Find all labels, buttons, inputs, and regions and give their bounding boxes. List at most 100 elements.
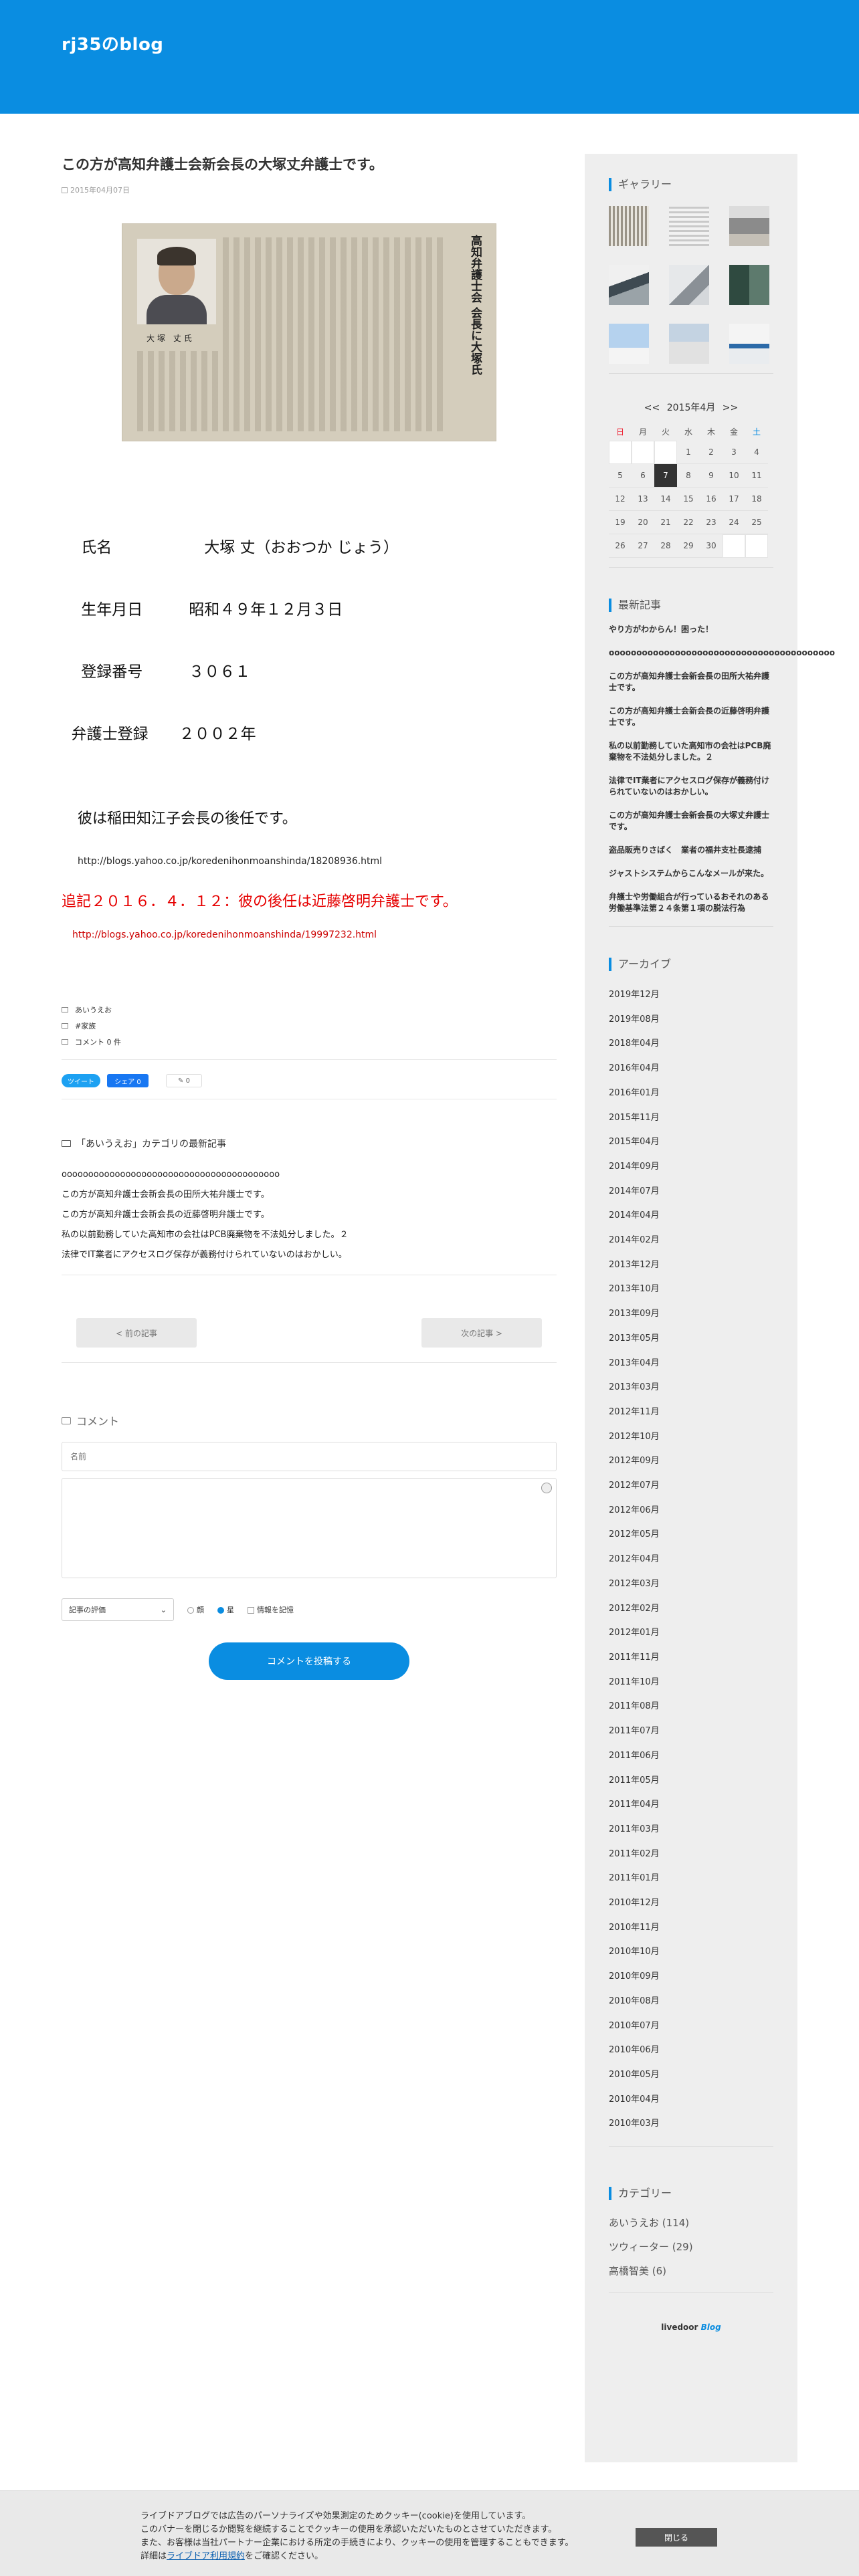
hatena-bookmark-button[interactable]: ✎ 0 [166, 1074, 202, 1087]
archive-item[interactable]: 2014年02月 [609, 1228, 773, 1253]
archive-item[interactable]: 2012年10月 [609, 1425, 773, 1450]
archive-item[interactable]: 2015年04月 [609, 1130, 773, 1155]
archive-item[interactable]: 2010年10月 [609, 1940, 773, 1965]
calendar-day[interactable]: 13 [632, 488, 654, 511]
tweet-button[interactable]: ツイート [62, 1074, 100, 1087]
calendar-day[interactable]: 25 [745, 511, 768, 534]
latest-item[interactable]: この方が高知弁護士会新会長の田所大祐弁護士です。 [62, 1185, 557, 1205]
archive-item[interactable]: 2014年07月 [609, 1180, 773, 1204]
cookie-close-button[interactable]: 閉じる [636, 2528, 717, 2547]
gallery-thumb[interactable] [729, 324, 769, 364]
archive-item[interactable]: 2016年01月 [609, 1081, 773, 1106]
calendar-day[interactable]: 9 [700, 464, 723, 488]
archive-item[interactable]: 2013年05月 [609, 1327, 773, 1352]
calendar-day[interactable]: 22 [677, 511, 700, 534]
archive-item[interactable]: 2016年04月 [609, 1057, 773, 1081]
calendar-day[interactable]: 4 [745, 441, 768, 464]
archive-item[interactable]: 2013年10月 [609, 1277, 773, 1302]
blog-title[interactable]: rj35のblog [62, 31, 163, 56]
recent-item[interactable]: oooooooooooooooooooooooooooooooooooooooo… [609, 647, 835, 659]
gallery-thumb[interactable] [729, 206, 769, 246]
calendar-day[interactable]: 24 [723, 511, 745, 534]
calendar-day[interactable]: 27 [632, 534, 654, 558]
calendar-day[interactable]: 16 [700, 488, 723, 511]
latest-item[interactable]: oooooooooooooooooooooooooooooooooooooooo… [62, 1165, 557, 1185]
calendar-day[interactable]: 28 [654, 534, 677, 558]
latest-item[interactable]: 私の以前勤務していた高知市の会社はPCB廃棄物を不法処分しました。２ [62, 1225, 557, 1245]
archive-item[interactable]: 2018年04月 [609, 1032, 773, 1057]
category-link[interactable]: あいうえお [75, 1004, 112, 1015]
archive-item[interactable]: 2011年04月 [609, 1793, 773, 1818]
archive-item[interactable]: 2010年03月 [609, 2112, 773, 2137]
gallery-thumb[interactable] [609, 265, 649, 305]
archive-item[interactable]: 2012年02月 [609, 1597, 773, 1622]
archive-item[interactable]: 2011年08月 [609, 1695, 773, 1719]
calendar-day[interactable]: 26 [609, 534, 632, 558]
remember-checkbox[interactable]: 情報を記憶 [248, 1604, 294, 1615]
recent-item[interactable]: 私の以前勤務していた高知市の会社はPCB廃棄物を不法処分しました。２ [609, 740, 773, 763]
recent-item[interactable]: この方が高知弁護士会新会長の近藤啓明弁護士です。 [609, 706, 773, 728]
calendar-day[interactable]: 3 [723, 441, 745, 464]
rating-select[interactable]: 記事の評価 ⌄ [62, 1598, 174, 1621]
gallery-thumb[interactable] [609, 324, 649, 364]
comment-count[interactable]: コメント 0 件 [75, 1037, 121, 1047]
archive-item[interactable]: 2010年11月 [609, 1916, 773, 1941]
archive-item[interactable]: 2012年06月 [609, 1499, 773, 1523]
calendar-day[interactable]: 10 [723, 464, 745, 488]
calendar-day[interactable]: 23 [700, 511, 723, 534]
reference-link[interactable]: http://blogs.yahoo.co.jp/koredenihonmoan… [78, 856, 557, 867]
calendar-day[interactable]: 30 [700, 534, 723, 558]
next-post-button[interactable]: 次の記事 > [421, 1318, 542, 1348]
gallery-thumb[interactable] [669, 324, 709, 364]
calendar-day[interactable]: 20 [632, 511, 654, 534]
name-input[interactable] [62, 1442, 557, 1471]
calendar-next[interactable]: >> [723, 403, 738, 413]
recent-item[interactable]: ジャストシステムからこんなメールが来た。 [609, 868, 773, 879]
rating-radio-face[interactable]: 顔 [187, 1604, 204, 1615]
recent-item[interactable]: 弁護士や労働組合が行っているおそれのある労働基準法第２４条第１項の脱法行為 [609, 891, 773, 914]
archive-item[interactable]: 2011年06月 [609, 1744, 773, 1769]
submit-comment-button[interactable]: コメントを投稿する [209, 1642, 409, 1680]
archive-item[interactable]: 2010年07月 [609, 2014, 773, 2039]
archive-item[interactable]: 2011年02月 [609, 1842, 773, 1867]
archive-item[interactable]: 2013年12月 [609, 1253, 773, 1278]
tag-link[interactable]: #家族 [75, 1021, 96, 1031]
calendar-day[interactable]: 2 [700, 441, 723, 464]
archive-item[interactable]: 2011年05月 [609, 1769, 773, 1794]
facebook-share-button[interactable]: シェア 0 [107, 1074, 149, 1087]
calendar-day[interactable]: 12 [609, 488, 632, 511]
archive-item[interactable]: 2015年11月 [609, 1106, 773, 1131]
post-title[interactable]: この方が高知弁護士会新会長の大塚丈弁護士です。 [62, 154, 557, 175]
comment-textarea[interactable] [62, 1479, 556, 1578]
calendar-day[interactable]: 5 [609, 464, 632, 488]
rating-radio-star[interactable]: 星 [217, 1604, 234, 1615]
calendar-day[interactable]: 21 [654, 511, 677, 534]
archive-item[interactable]: 2010年08月 [609, 1990, 773, 2014]
calendar-day[interactable]: 14 [654, 488, 677, 511]
archive-item[interactable]: 2012年03月 [609, 1572, 773, 1597]
archive-item[interactable]: 2010年04月 [609, 2088, 773, 2113]
calendar-day[interactable]: 11 [745, 464, 768, 488]
archive-item[interactable]: 2014年09月 [609, 1155, 773, 1180]
recent-item[interactable]: やり方がわからん！困った！ [609, 624, 773, 635]
recent-item[interactable]: この方が高知弁護士会新会長の大塚丈弁護士です。 [609, 810, 773, 833]
gallery-thumb[interactable] [609, 206, 649, 246]
calendar-day[interactable]: 17 [723, 488, 745, 511]
calendar-day[interactable]: 19 [609, 511, 632, 534]
archive-item[interactable]: 2019年08月 [609, 1008, 773, 1033]
calendar-day[interactable]: 1 [677, 441, 700, 464]
gallery-thumb[interactable] [669, 206, 709, 246]
category-item[interactable]: あいうえお (114) [609, 2211, 773, 2235]
archive-item[interactable]: 2011年03月 [609, 1818, 773, 1842]
archive-item[interactable]: 2010年06月 [609, 2038, 773, 2063]
archive-item[interactable]: 2011年07月 [609, 1719, 773, 1744]
archive-item[interactable]: 2012年04月 [609, 1547, 773, 1572]
calendar-day[interactable]: 7 [654, 464, 677, 488]
archive-item[interactable]: 2010年05月 [609, 2063, 773, 2088]
latest-item[interactable]: この方が高知弁護士会新会長の近藤啓明弁護士です。 [62, 1205, 557, 1225]
archive-item[interactable]: 2011年01月 [609, 1866, 773, 1891]
terms-link[interactable]: ライブドア利用規約 [167, 2551, 245, 2561]
latest-item[interactable]: 法律でIT業者にアクセスログ保存が義務付けられていないのはおかしい。 [62, 1245, 557, 1265]
category-item[interactable]: 高橋智美 (6) [609, 2259, 773, 2283]
recent-item[interactable]: この方が高知弁護士会新会長の田所大祐弁護士です。 [609, 671, 773, 693]
